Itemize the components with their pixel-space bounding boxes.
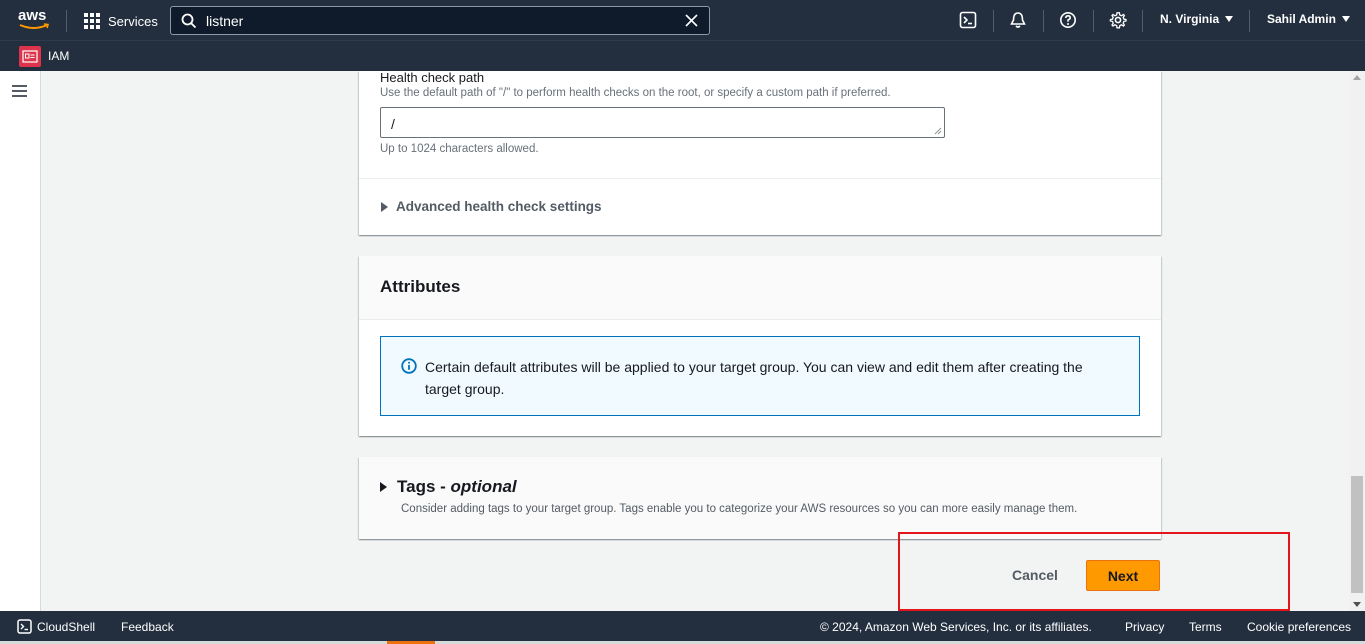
cloudshell-icon[interactable] bbox=[17, 619, 32, 634]
notifications-bell-icon[interactable] bbox=[1009, 11, 1027, 29]
health-check-path-description: Use the default path of "/" to perform h… bbox=[380, 87, 891, 99]
caret-down-icon bbox=[1225, 16, 1234, 22]
health-check-path-value: / bbox=[391, 116, 395, 132]
cloudshell-icon[interactable] bbox=[959, 11, 977, 29]
privacy-link[interactable]: Privacy bbox=[1125, 620, 1164, 634]
menu-icon[interactable] bbox=[12, 85, 27, 97]
attributes-title: Attributes bbox=[380, 277, 461, 296]
tags-expand-toggle[interactable]: Tags - optional bbox=[380, 477, 517, 497]
aws-logo[interactable]: aws bbox=[18, 8, 52, 32]
feedback-link[interactable]: Feedback bbox=[121, 620, 174, 634]
iam-shortcut-label[interactable]: IAM bbox=[48, 49, 69, 63]
tags-description: Consider adding tags to your target grou… bbox=[401, 503, 1078, 515]
user-label: Sahil Admin bbox=[1267, 12, 1336, 26]
side-navigation-rail bbox=[0, 71, 41, 611]
services-label: Services bbox=[108, 13, 158, 29]
advanced-health-check-toggle[interactable]: Advanced health check settings bbox=[381, 199, 602, 214]
attributes-panel: Attributes Certain default attributes wi… bbox=[359, 256, 1161, 436]
aws-smile-icon bbox=[19, 23, 50, 29]
cancel-button[interactable]: Cancel bbox=[1000, 560, 1070, 590]
account-menu[interactable]: Sahil Admin bbox=[1267, 12, 1350, 26]
copyright-text: © 2024, Amazon Web Services, Inc. or its… bbox=[820, 620, 1092, 634]
nav-divider bbox=[1043, 10, 1044, 32]
help-icon[interactable] bbox=[1059, 11, 1077, 29]
info-alert: Certain default attributes will be appli… bbox=[380, 336, 1140, 416]
tags-title: Tags - optional bbox=[397, 477, 517, 496]
advanced-health-check-label: Advanced health check settings bbox=[396, 199, 602, 214]
services-menu-button[interactable]: Services bbox=[84, 10, 158, 32]
next-button[interactable]: Next bbox=[1086, 560, 1160, 591]
nav-divider bbox=[993, 10, 994, 32]
info-alert-text: Certain default attributes will be appli… bbox=[425, 359, 1083, 397]
region-label: N. Virginia bbox=[1160, 12, 1220, 26]
cookie-preferences-link[interactable]: Cookie preferences bbox=[1247, 620, 1351, 634]
health-check-path-label: Health check path bbox=[380, 70, 485, 85]
search-input[interactable] bbox=[206, 10, 676, 31]
health-check-panel: Health check path Use the default path o… bbox=[359, 70, 1161, 235]
caret-right-icon bbox=[380, 482, 387, 492]
scroll-down-arrow-icon[interactable] bbox=[1353, 602, 1361, 607]
caret-down-icon bbox=[1341, 16, 1350, 22]
grid-icon bbox=[84, 12, 101, 30]
caret-right-icon bbox=[381, 201, 388, 212]
region-selector[interactable]: N. Virginia bbox=[1160, 12, 1234, 26]
nav-divider bbox=[1249, 10, 1250, 32]
gear-icon[interactable] bbox=[1109, 11, 1127, 29]
attributes-header: Attributes bbox=[359, 256, 1161, 320]
terms-link[interactable]: Terms bbox=[1189, 620, 1222, 634]
tags-optional-label: optional bbox=[450, 477, 517, 496]
nav-divider bbox=[1093, 10, 1094, 32]
search-icon bbox=[181, 13, 197, 29]
nav-divider bbox=[1142, 10, 1143, 32]
resize-handle-icon[interactable] bbox=[934, 127, 942, 135]
scrollbar-thumb[interactable] bbox=[1351, 476, 1363, 593]
info-icon bbox=[401, 358, 417, 374]
health-check-path-input[interactable]: / bbox=[380, 107, 945, 138]
tags-panel: Tags - optional Consider adding tags to … bbox=[359, 457, 1161, 539]
top-navigation: aws Services listner N. Virginia Sahil A… bbox=[0, 0, 1365, 40]
close-icon[interactable] bbox=[684, 13, 699, 28]
aws-logo-text: aws bbox=[18, 7, 47, 24]
vertical-scrollbar[interactable] bbox=[1349, 71, 1365, 611]
iam-service-icon[interactable] bbox=[19, 46, 41, 67]
divider bbox=[359, 178, 1161, 179]
health-check-path-hint: Up to 1024 characters allowed. bbox=[380, 143, 539, 155]
scroll-up-arrow-icon[interactable] bbox=[1353, 75, 1361, 80]
nav-divider bbox=[66, 10, 67, 32]
service-shortcut-bar: IAM bbox=[0, 40, 1365, 71]
cloudshell-link[interactable]: CloudShell bbox=[37, 620, 95, 634]
search-bar[interactable] bbox=[170, 6, 710, 35]
footer: CloudShell Feedback © 2024, Amazon Web S… bbox=[0, 611, 1365, 644]
